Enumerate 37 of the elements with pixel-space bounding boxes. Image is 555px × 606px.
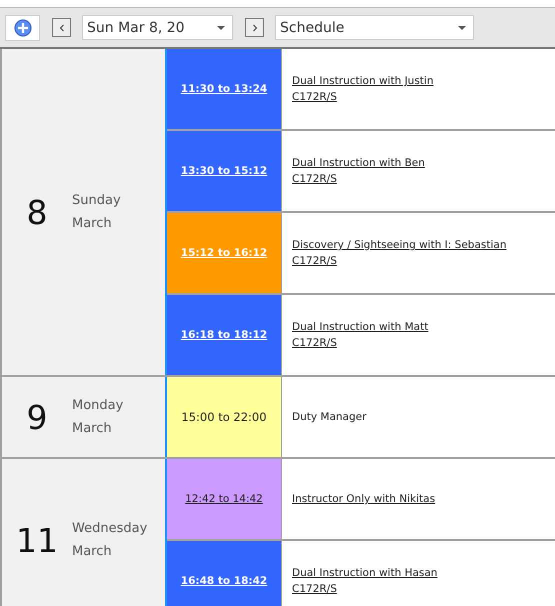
- date-dropdown[interactable]: Sun Mar 8, 20: [82, 15, 233, 40]
- plus-icon: [14, 18, 32, 36]
- add-button[interactable]: [5, 14, 40, 40]
- time-link[interactable]: 16:48 to 18:42: [180, 575, 268, 587]
- weekday-label: Wednesday: [72, 521, 148, 536]
- booking-link[interactable]: Dual Instruction with Hasan: [292, 565, 438, 581]
- booking-link[interactable]: Dual Instruction with Matt: [292, 319, 428, 335]
- previous-button[interactable]: [52, 18, 71, 37]
- booking-link[interactable]: Dual Instruction with Ben: [292, 155, 425, 171]
- day-number: 9: [26, 398, 48, 436]
- month-label: March: [72, 544, 113, 559]
- time-link[interactable]: 11:30 to 13:24: [180, 83, 268, 95]
- day-number: 8: [26, 192, 48, 232]
- aircraft-link[interactable]: C172R/S: [292, 581, 337, 597]
- weekday-label: Sunday: [72, 193, 121, 208]
- month-label: March: [72, 216, 113, 231]
- time-link[interactable]: 16:18 to 18:12: [180, 329, 268, 341]
- booking-link[interactable]: Discovery / Sightseeing with I: Sebastian: [292, 237, 506, 253]
- booking-link[interactable]: Instructor Only with Nikitas: [292, 491, 436, 507]
- chevron-left-icon: [58, 24, 64, 32]
- next-button[interactable]: [245, 18, 264, 37]
- time-text: 15:00 to 22:00: [181, 410, 267, 424]
- aircraft-link[interactable]: C172R/S: [292, 335, 337, 351]
- caret-icon: [458, 26, 466, 30]
- view-dropdown[interactable]: Schedule: [275, 15, 474, 40]
- time-link[interactable]: 13:30 to 15:12: [180, 165, 268, 177]
- month-label: March: [72, 421, 113, 436]
- chevron-right-icon: [252, 24, 258, 32]
- duty-text: Duty Manager: [292, 410, 366, 425]
- aircraft-link[interactable]: C172R/S: [292, 89, 337, 105]
- aircraft-link[interactable]: C172R/S: [292, 253, 337, 269]
- day-number: 11: [15, 520, 59, 560]
- weekday-label: Monday: [72, 398, 124, 413]
- caret-icon: [217, 26, 225, 30]
- aircraft-link[interactable]: C172R/S: [292, 171, 337, 187]
- booking-link[interactable]: Dual Instruction with Justin: [292, 73, 434, 89]
- time-link[interactable]: 12:42 to 14:42: [185, 493, 263, 505]
